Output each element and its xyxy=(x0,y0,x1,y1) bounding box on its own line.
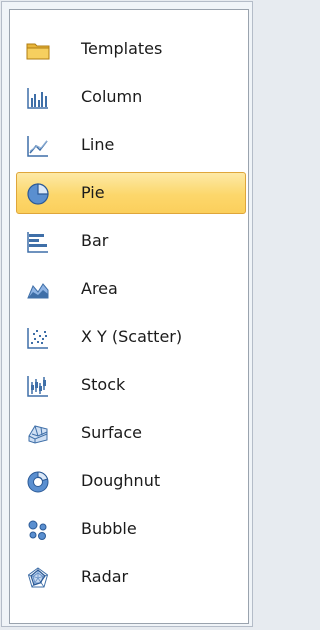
area-chart-icon xyxy=(26,278,50,302)
list-item-scatter[interactable]: X Y (Scatter) xyxy=(16,316,246,358)
list-item-doughnut[interactable]: Doughnut xyxy=(16,460,246,502)
list-item-line[interactable]: Line xyxy=(16,124,246,166)
list-item-label: Column xyxy=(81,87,143,106)
bubble-chart-icon xyxy=(26,518,50,542)
list-item-label: Surface xyxy=(81,423,142,442)
list-item-area[interactable]: Area xyxy=(16,268,246,310)
list-item-bar[interactable]: Bar xyxy=(16,220,246,262)
list-item-radar[interactable]: Radar xyxy=(16,556,246,598)
surface-chart-icon xyxy=(26,422,50,446)
list-item-label: Bubble xyxy=(81,519,137,538)
scatter-chart-icon xyxy=(26,326,50,350)
pie-chart-icon xyxy=(26,182,50,206)
line-chart-icon xyxy=(26,134,50,158)
bar-chart-icon xyxy=(26,230,50,254)
list-item-stock[interactable]: Stock xyxy=(16,364,246,406)
column-chart-icon xyxy=(26,86,50,110)
folder-icon xyxy=(26,38,50,62)
list-item-label: Pie xyxy=(81,183,105,202)
stock-chart-icon xyxy=(26,374,50,398)
list-item-label: Area xyxy=(81,279,118,298)
list-item-pie[interactable]: Pie xyxy=(16,172,246,214)
list-item-label: Line xyxy=(81,135,115,154)
list-item-label: Templates xyxy=(81,39,163,58)
list-item-templates[interactable]: Templates xyxy=(16,28,246,70)
chart-type-list-panel: Templates Column Line Pie Bar Area X Y (… xyxy=(9,9,249,624)
list-item-label: Bar xyxy=(81,231,109,250)
doughnut-chart-icon xyxy=(26,470,50,494)
list-item-label: Radar xyxy=(81,567,129,586)
list-item-bubble[interactable]: Bubble xyxy=(16,508,246,550)
list-item-label: X Y (Scatter) xyxy=(81,327,183,346)
list-item-column[interactable]: Column xyxy=(16,76,246,118)
list-item-label: Stock xyxy=(81,375,126,394)
list-item-surface[interactable]: Surface xyxy=(16,412,246,454)
radar-chart-icon xyxy=(26,566,50,590)
chart-type-window: Templates Column Line Pie Bar Area X Y (… xyxy=(1,1,253,627)
list-item-label: Doughnut xyxy=(81,471,161,490)
